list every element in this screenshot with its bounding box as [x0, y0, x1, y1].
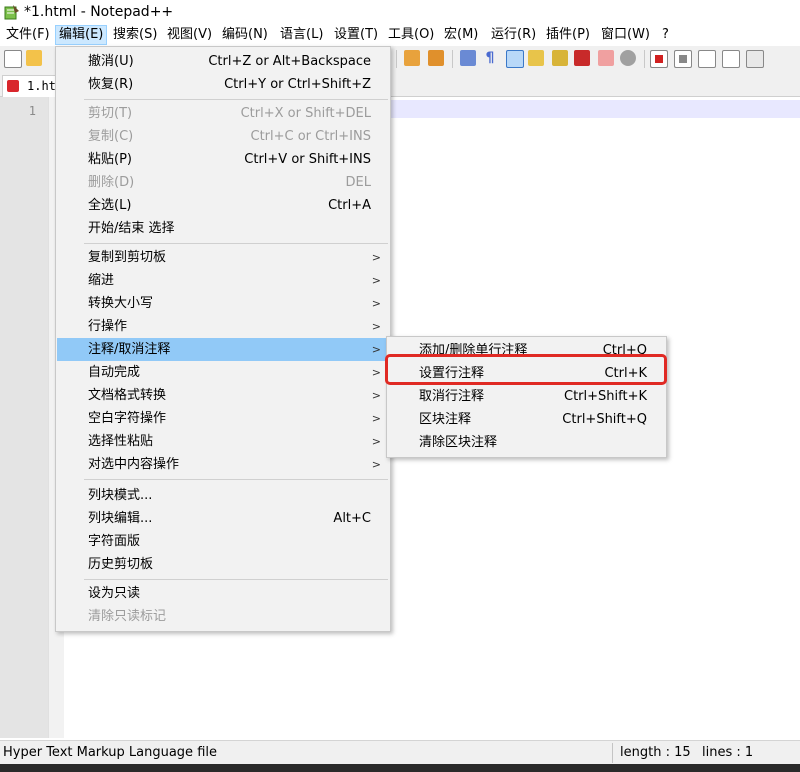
toolbar-separator	[396, 50, 397, 68]
udl-icon[interactable]	[528, 50, 544, 66]
menu-run[interactable]: 运行(R)	[488, 26, 539, 44]
menu-item-convert-case[interactable]: 转换大小写 >	[57, 292, 389, 315]
submenu-arrow-icon: >	[371, 320, 381, 333]
notepadpp-app-icon	[4, 5, 19, 20]
play-multiple-icon[interactable]	[722, 50, 740, 68]
title-bar: *1.html - Notepad++	[0, 0, 800, 24]
menu-item-column-mode[interactable]: 列块模式...	[57, 484, 389, 507]
submenu-arrow-icon: >	[371, 458, 381, 471]
line-number: 1	[28, 104, 36, 118]
unsaved-file-icon	[7, 80, 19, 92]
folder-as-workspace-icon[interactable]	[598, 50, 614, 66]
menu-item-undo[interactable]: 撤消(U) Ctrl+Z or Alt+Backspace	[57, 50, 389, 73]
menu-item-paste-special[interactable]: 选择性粘贴 >	[57, 430, 389, 453]
menu-item-comment-uncomment[interactable]: 注释/取消注释 >	[57, 338, 389, 361]
menu-search[interactable]: 搜索(S)	[110, 26, 160, 44]
submenu-arrow-icon: >	[371, 412, 381, 425]
submenu-arrow-icon: >	[371, 297, 381, 310]
menu-separator	[84, 99, 388, 100]
menu-item-on-selection[interactable]: 对选中内容操作 >	[57, 453, 389, 476]
menu-item-eol-conversion[interactable]: 文档格式转换 >	[57, 384, 389, 407]
submenu-arrow-icon: >	[371, 435, 381, 448]
menu-item-block-uncomment[interactable]: 清除区块注释	[388, 431, 665, 454]
menu-item-indent[interactable]: 缩进 >	[57, 269, 389, 292]
word-wrap-icon[interactable]	[460, 50, 476, 66]
menu-item-copy-to-clipboard[interactable]: 复制到剪切板 >	[57, 246, 389, 269]
menu-item-begin-end-select[interactable]: 开始/结束 选择	[57, 217, 389, 240]
taskbar-strip	[0, 764, 800, 772]
status-bar: Hyper Text Markup Language file length :…	[0, 740, 800, 765]
menu-macro[interactable]: 宏(M)	[441, 26, 481, 44]
submenu-arrow-icon: >	[371, 274, 381, 287]
menu-item-auto-completion[interactable]: 自动完成 >	[57, 361, 389, 384]
menu-file[interactable]: 文件(F)	[3, 26, 53, 44]
submenu-arrow-icon: >	[371, 343, 381, 356]
menu-tools[interactable]: 工具(O)	[385, 26, 437, 44]
menu-item-redo[interactable]: 恢复(R) Ctrl+Y or Ctrl+Shift+Z	[57, 73, 389, 96]
status-file-type: Hyper Text Markup Language file	[3, 745, 217, 760]
submenu-arrow-icon: >	[371, 366, 381, 379]
show-all-chars-icon[interactable]: ¶	[482, 50, 498, 66]
menu-view[interactable]: 视图(V)	[164, 26, 215, 44]
menu-help[interactable]: ?	[659, 26, 672, 44]
menu-plugins[interactable]: 插件(P)	[543, 26, 593, 44]
window-title: *1.html - Notepad++	[24, 4, 174, 20]
indent-guide-icon[interactable]	[506, 50, 524, 68]
open-file-icon[interactable]	[26, 50, 42, 66]
status-lines: lines : 1	[702, 745, 754, 760]
menu-item-set-read-only[interactable]: 设为只读	[57, 582, 389, 605]
doc-map-icon[interactable]	[552, 50, 568, 66]
stop-macro-icon[interactable]	[674, 50, 692, 68]
menu-item-block-comment[interactable]: 区块注释 Ctrl+Shift+Q	[388, 408, 665, 431]
edit-menu-dropdown: 撤消(U) Ctrl+Z or Alt+Backspace 恢复(R) Ctrl…	[55, 46, 391, 632]
toolbar-separator	[452, 50, 453, 68]
menu-separator	[84, 479, 388, 480]
menu-language[interactable]: 语言(L)	[277, 26, 326, 44]
record-macro-icon[interactable]	[650, 50, 668, 68]
menu-bar: 文件(F) 编辑(E) 搜索(S) 视图(V) 编码(N) 语言(L) 设置(T…	[0, 24, 800, 46]
function-list-icon[interactable]	[574, 50, 590, 66]
menu-item-copy[interactable]: 复制(C) Ctrl+C or Ctrl+INS	[57, 125, 389, 148]
menu-item-paste[interactable]: 粘贴(P) Ctrl+V or Shift+INS	[57, 148, 389, 171]
menu-separator	[84, 579, 388, 580]
menu-settings[interactable]: 设置(T)	[331, 26, 381, 44]
menu-item-delete[interactable]: 删除(D) DEL	[57, 171, 389, 194]
menu-encoding[interactable]: 编码(N)	[219, 26, 271, 44]
sync-horizontal-icon[interactable]	[428, 50, 444, 66]
submenu-arrow-icon: >	[371, 389, 381, 402]
new-file-icon[interactable]	[4, 50, 22, 68]
menu-item-single-line-uncomment[interactable]: 取消行注释 Ctrl+Shift+K	[388, 385, 665, 408]
status-length: length : 15	[620, 745, 691, 760]
monitoring-icon[interactable]	[620, 50, 636, 66]
annotation-highlight-box	[385, 354, 667, 385]
menu-item-blank-operations[interactable]: 空白字符操作 >	[57, 407, 389, 430]
menu-item-column-editor[interactable]: 列块编辑... Alt+C	[57, 507, 389, 530]
menu-item-line-operations[interactable]: 行操作 >	[57, 315, 389, 338]
sync-scroll-icon[interactable]	[404, 50, 420, 66]
play-macro-icon[interactable]	[698, 50, 716, 68]
status-separator	[612, 743, 613, 763]
menu-separator	[84, 243, 388, 244]
save-macro-icon[interactable]	[746, 50, 764, 68]
menu-window[interactable]: 窗口(W)	[598, 26, 653, 44]
menu-item-cut[interactable]: 剪切(T) Ctrl+X or Shift+DEL	[57, 102, 389, 125]
toolbar-separator	[644, 50, 645, 68]
submenu-arrow-icon: >	[371, 251, 381, 264]
menu-edit[interactable]: 编辑(E)	[55, 25, 108, 45]
menu-item-select-all[interactable]: 全选(L) Ctrl+A	[57, 194, 389, 217]
line-number-margin	[0, 97, 48, 738]
menu-item-character-panel[interactable]: 字符面版	[57, 530, 389, 553]
menu-item-clear-read-only[interactable]: 清除只读标记	[57, 605, 389, 628]
menu-item-clipboard-history[interactable]: 历史剪切板	[57, 553, 389, 576]
